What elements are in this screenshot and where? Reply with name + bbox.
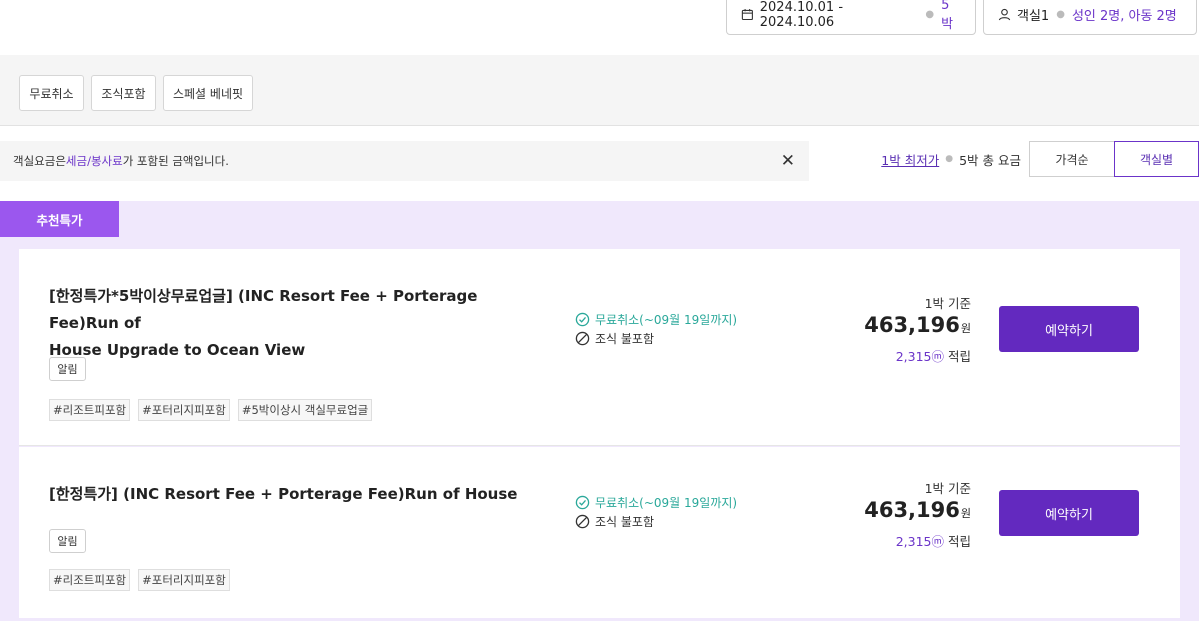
points-label: 적립 — [944, 534, 971, 549]
tag: #리조트피포함 — [49, 569, 131, 591]
breakfast-info: 조식 불포함 — [575, 329, 737, 348]
room-title-line: House Upgrade to Ocean View — [49, 341, 306, 359]
price: 463,196원 — [864, 497, 971, 527]
price-value: 463,196 — [864, 313, 960, 337]
notice-prefix: 객실요금은 — [13, 154, 66, 168]
free-cancel-text: 무료취소(~09월 19일까지) — [595, 496, 738, 510]
date-range: 2024.10.01 - 2024.10.06 — [759, 0, 844, 30]
tax-notice: 객실요금은 세금/봉사료 가 포함된 금액입니다. ✕ — [0, 141, 809, 181]
calendar-icon — [741, 9, 753, 21]
room-title-line: [한정특가*5박이상무료업글] (INC Resort Fee + Porter… — [49, 287, 478, 332]
sort-controls: 1박 최저가 ● 5박 총 요금 가격순 객실별 — [881, 141, 1199, 177]
prohibited-icon — [575, 331, 590, 346]
lowest-price-toggle[interactable]: 1박 최저가 — [881, 150, 939, 169]
filter-breakfast[interactable]: 조식포함 — [91, 75, 156, 111]
search-summary-bar: 2024.10.01 - 2024.10.06 ● 5박 객실1 ● 성인 2명… — [0, 0, 1199, 55]
price-box: 1박 기준 463,196원 2,315ⓜ 적립 — [864, 293, 971, 365]
check-circle-icon — [575, 495, 590, 510]
sort-by-room-button[interactable]: 객실별 — [1114, 141, 1199, 177]
currency: 원 — [960, 322, 971, 335]
room-title-line: [한정특가] (INC Resort Fee + Porterage Fee)R… — [49, 485, 518, 503]
room-title: [한정특가*5박이상무료업글] (INC Resort Fee + Porter… — [49, 283, 549, 364]
total-price-toggle[interactable]: 5박 총 요금 — [959, 150, 1021, 169]
price-box: 1박 기준 463,196원 2,315ⓜ 적립 — [864, 478, 971, 550]
per-night-label: 1박 기준 — [924, 296, 971, 311]
tag-list: #리조트피포함 #포터리지피포함 #5박이상시 객실무료업글 — [49, 399, 373, 421]
room-card: [한정특가] (INC Resort Fee + Porterage Fee)R… — [19, 447, 1180, 618]
nights-count: 5박 — [941, 0, 954, 32]
points-value: 2,315ⓜ — [895, 534, 945, 549]
date-selector[interactable]: 2024.10.01 - 2024.10.06 ● 5박 — [726, 0, 976, 35]
free-cancel-text: 무료취소(~09월 19일까지) — [595, 313, 738, 327]
per-night-label: 1박 기준 — [924, 481, 971, 496]
room-conditions: 무료취소(~09월 19일까지) 조식 불포함 — [575, 310, 737, 348]
filter-special-benefit[interactable]: 스페셜 베네핏 — [163, 75, 253, 111]
tag-list: #리조트피포함 #포터리지피포함 — [49, 569, 230, 591]
room-title: [한정특가] (INC Resort Fee + Porterage Fee)R… — [49, 481, 549, 508]
breakfast-text: 조식 불포함 — [595, 332, 655, 346]
price-value: 463,196 — [864, 498, 960, 522]
alert-button[interactable]: 알림 — [49, 357, 86, 381]
alert-button[interactable]: 알림 — [49, 529, 86, 553]
check-circle-icon — [575, 312, 590, 327]
tag: #포터리지피포함 — [138, 569, 230, 591]
points-value: 2,315ⓜ — [895, 349, 945, 364]
book-button[interactable]: 예약하기 — [999, 490, 1139, 536]
room-conditions: 무료취소(~09월 19일까지) 조식 불포함 — [575, 493, 737, 531]
promo-section: 추천특가 [한정특가*5박이상무료업글] (INC Resort Fee + P… — [0, 201, 1199, 621]
notice-suffix: 가 포함된 금액입니다. — [122, 154, 229, 168]
price: 463,196원 — [864, 312, 971, 342]
points: 2,315ⓜ 적립 — [864, 531, 971, 550]
separator-dot: ● — [925, 9, 935, 20]
promo-label: 추천특가 — [0, 201, 119, 237]
points: 2,315ⓜ 적립 — [864, 346, 971, 365]
tag: #5박이상시 객실무료업글 — [237, 399, 373, 421]
separator-dot: ● — [945, 154, 954, 164]
close-icon[interactable]: ✕ — [781, 151, 795, 171]
filter-free-cancel[interactable]: 무료취소 — [19, 75, 84, 111]
currency: 원 — [960, 507, 971, 520]
room-card: [한정특가*5박이상무료업글] (INC Resort Fee + Porter… — [19, 249, 1180, 446]
free-cancel-info: 무료취소(~09월 19일까지) — [575, 493, 737, 512]
prohibited-icon — [575, 514, 590, 529]
guest-selector[interactable]: 객실1 ● 성인 2명, 아동 2명 — [983, 0, 1197, 35]
filter-bar: 무료취소 조식포함 스페셜 베네핏 — [0, 55, 1199, 126]
tag: #포터리지피포함 — [138, 399, 230, 421]
breakfast-info: 조식 불포함 — [575, 512, 737, 531]
free-cancel-info: 무료취소(~09월 19일까지) — [575, 310, 737, 329]
sort-by-price-button[interactable]: 가격순 — [1029, 141, 1114, 177]
notice-highlight: 세금/봉사료 — [65, 154, 123, 168]
book-button[interactable]: 예약하기 — [999, 306, 1139, 352]
person-icon — [998, 8, 1011, 21]
separator-dot: ● — [1056, 9, 1065, 20]
tag: #리조트피포함 — [49, 399, 131, 421]
breakfast-text: 조식 불포함 — [595, 515, 655, 529]
room-count: 객실1 — [1017, 9, 1050, 24]
guest-count: 성인 2명, 아동 2명 — [1071, 9, 1177, 24]
points-label: 적립 — [944, 349, 971, 364]
